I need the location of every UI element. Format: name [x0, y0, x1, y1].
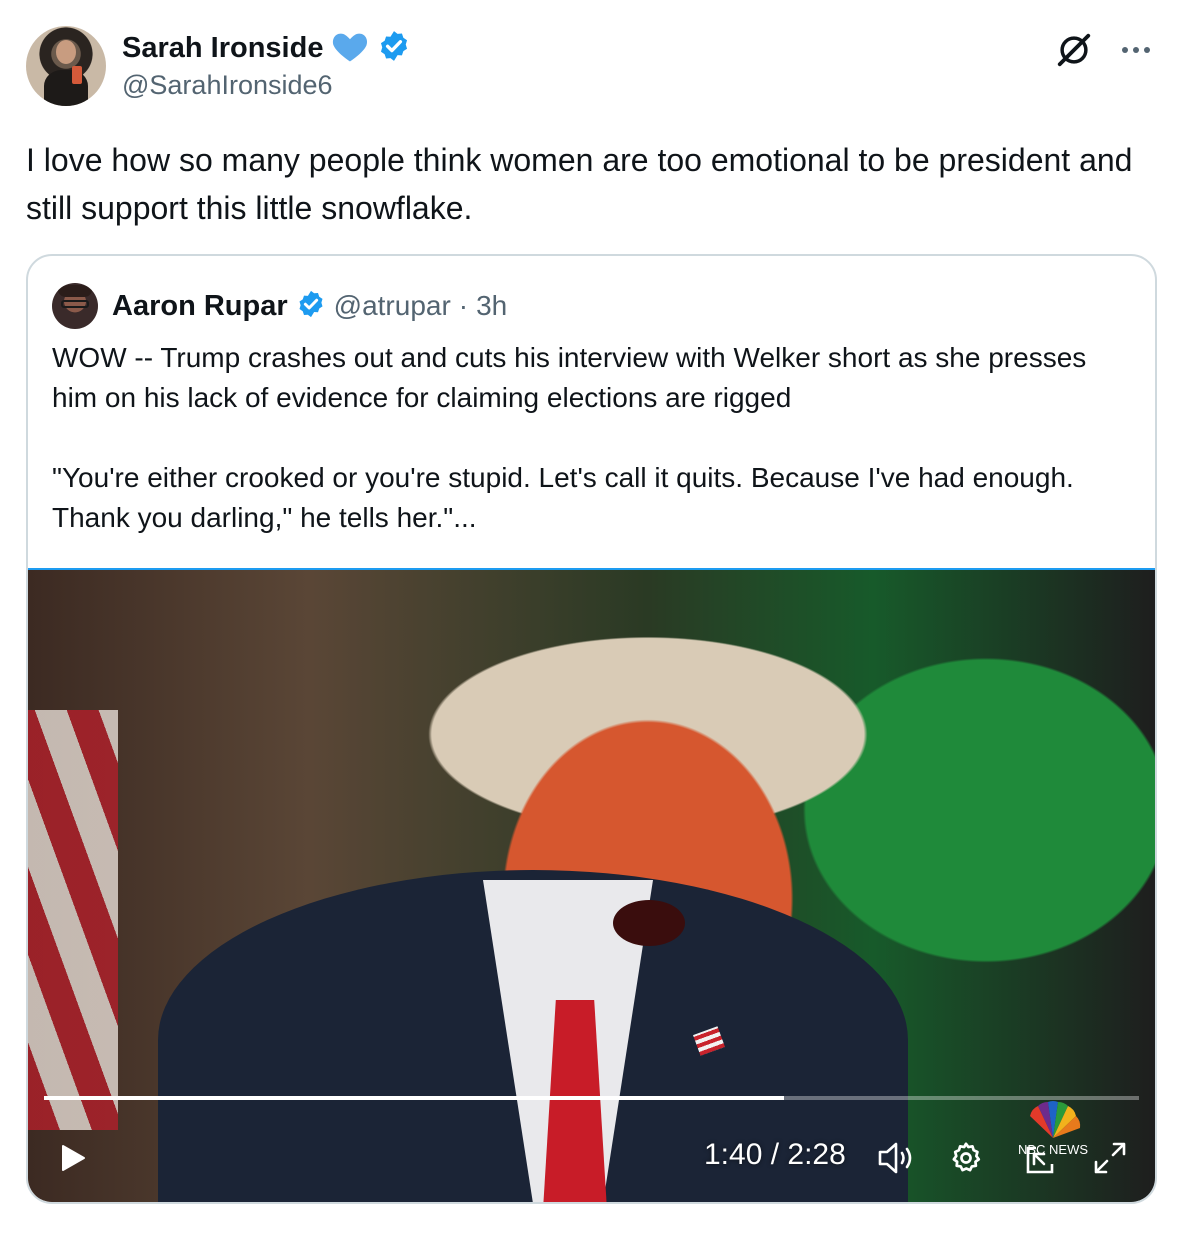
quoted-author-handle[interactable]: @atrupar	[334, 290, 451, 322]
tweet-text: I love how so many people think women ar…	[26, 142, 1133, 226]
quoted-timestamp[interactable]: 3h	[476, 290, 507, 322]
verified-badge-icon	[296, 289, 326, 324]
separator-dot: ·	[458, 290, 469, 321]
blue-heart-icon	[331, 29, 369, 68]
fullscreen-icon[interactable]	[1092, 1140, 1128, 1181]
quoted-author-avatar[interactable]	[52, 283, 98, 329]
quoted-author-name[interactable]: Aaron Rupar	[112, 290, 288, 323]
background-flag	[28, 710, 118, 1130]
author-name[interactable]: Sarah Ironside	[122, 32, 323, 65]
more-icon[interactable]	[1116, 30, 1156, 70]
quoted-tweet[interactable]: Aaron Rupar @atrupar · 3h WOW -- Trump c…	[26, 254, 1157, 1204]
video-frame-mouth	[613, 900, 685, 946]
quoted-text: WOW -- Trump crashes out and cuts his in…	[52, 342, 1087, 533]
author-name-row: Sarah Ironside	[122, 30, 411, 66]
quoted-header: Aaron Rupar @atrupar · 3h	[52, 282, 507, 330]
header-actions	[1054, 30, 1156, 70]
video-player[interactable]: NBC NEWS 1:40 / 2:28	[28, 568, 1155, 1202]
pip-icon[interactable]	[1020, 1140, 1060, 1185]
video-progress-fill	[44, 1096, 785, 1100]
video-time: 1:40 / 2:28	[704, 1138, 846, 1171]
tweet-header: Sarah Ironside @SarahIronside6	[26, 26, 1156, 106]
verified-badge-icon	[377, 29, 411, 68]
author-handle[interactable]: @SarahIronside6	[122, 70, 333, 101]
video-controls: 1:40 / 2:28	[28, 1130, 1155, 1190]
video-progress-bar[interactable]	[44, 1096, 1139, 1100]
settings-gear-icon[interactable]	[948, 1140, 984, 1181]
author-avatar[interactable]	[26, 26, 106, 106]
play-icon[interactable]	[60, 1144, 86, 1177]
volume-icon[interactable]	[876, 1140, 916, 1181]
grok-icon[interactable]	[1054, 30, 1094, 70]
